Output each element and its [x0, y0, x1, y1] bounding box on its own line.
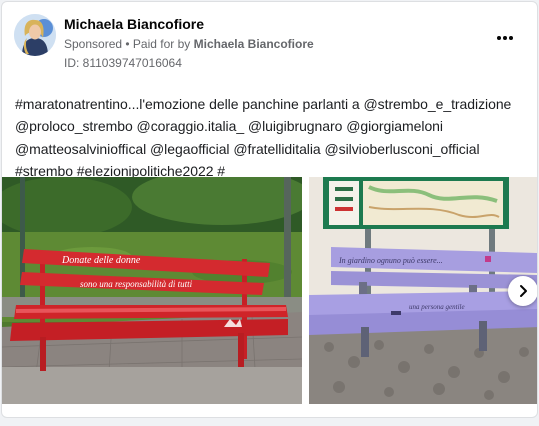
- ad-post-card: Michaela Biancofiore Sponsored • Paid fo…: [1, 1, 538, 418]
- meta-separator: •: [122, 37, 133, 51]
- image-carousel: Donate delle donne sono una responsabili…: [2, 177, 537, 405]
- carousel-image-red-bench[interactable]: Donate delle donne sono una responsabili…: [2, 177, 302, 404]
- author-avatar[interactable]: [14, 14, 56, 56]
- paid-for-name[interactable]: Michaela Biancofiore: [194, 37, 314, 51]
- post-header: Michaela Biancofiore Sponsored • Paid fo…: [2, 2, 537, 78]
- svg-text:sono una responsabilità di tut: sono una responsabilità di tutti: [80, 279, 193, 289]
- paid-for-prefix: Paid for by: [132, 37, 194, 51]
- sponsored-label: Sponsored: [64, 37, 123, 51]
- sponsored-line: Sponsored • Paid for by Michaela Biancof…: [64, 37, 314, 51]
- chevron-right-icon: [520, 285, 527, 297]
- more-options-button[interactable]: [493, 30, 517, 46]
- carousel-image-lavender-bench[interactable]: In giardino ognuno può essere... una per…: [309, 177, 537, 404]
- ad-library-id: ID: 811039747016064: [64, 56, 182, 70]
- author-name[interactable]: Michaela Biancofiore: [64, 16, 204, 32]
- carousel-next-button[interactable]: [508, 276, 537, 306]
- svg-text:In giardino ognuno può essere.: In giardino ognuno può essere...: [338, 256, 443, 265]
- more-horizontal-icon: [497, 36, 513, 40]
- post-text: #maratonatrentino...l'emozione delle pan…: [15, 96, 512, 179]
- svg-text:una persona gentile: una persona gentile: [409, 303, 465, 311]
- svg-text:Donate delle donne: Donate delle donne: [61, 255, 141, 266]
